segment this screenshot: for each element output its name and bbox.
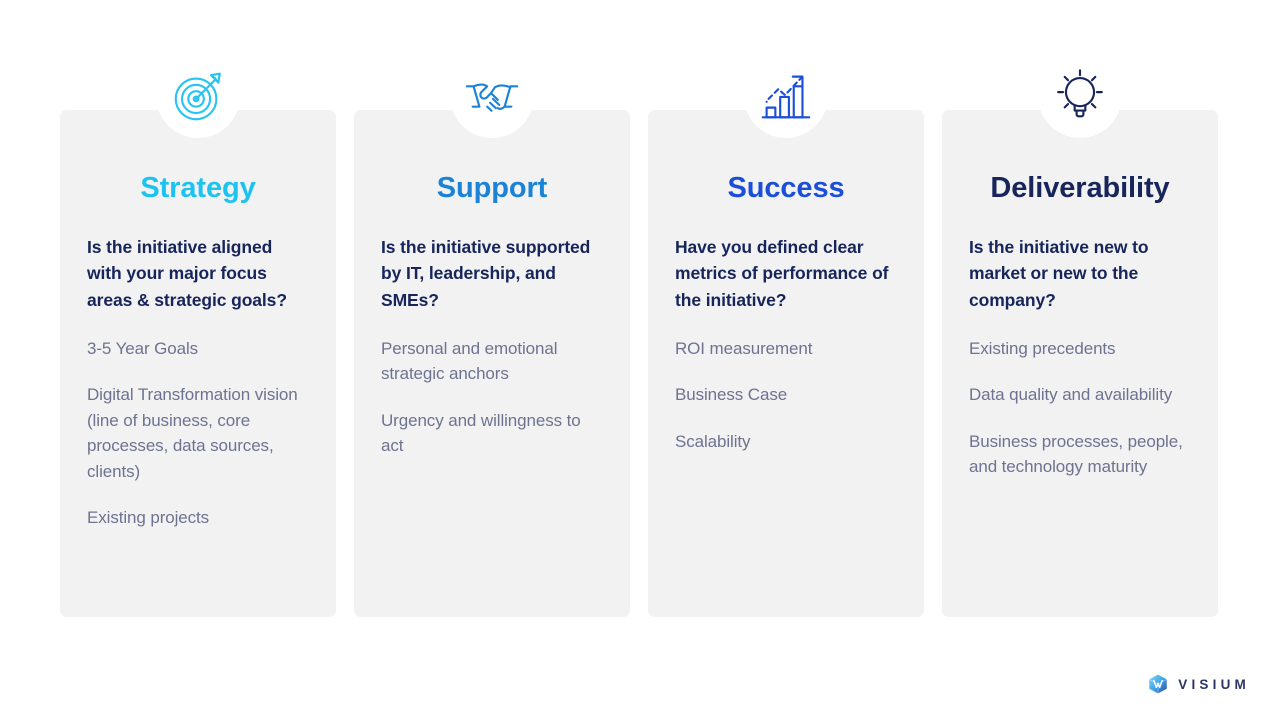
list-item: Personal and emotional strategic anchors	[381, 338, 558, 384]
handshake-icon	[450, 54, 534, 138]
pillar-question: Is the initiative new to market or new t…	[969, 236, 1149, 311]
pillar-question: Is the initiative aligned with your majo…	[87, 236, 287, 311]
pillars-card-row: Strategy Is the initiative aligned with …	[60, 54, 1218, 617]
list-item: Existing precedents	[969, 338, 1116, 358]
pillar-points-list: 3-5 Year Goals Digital Transformation vi…	[87, 314, 309, 531]
list-item: Business processes, people, and technolo…	[969, 431, 1183, 477]
pillar-card-deliverability[interactable]: Deliverability Is the initiative new to …	[942, 54, 1218, 617]
pillar-points-list: Existing precedents Data quality and ava…	[969, 314, 1191, 480]
logo-wordmark: VISIUM	[1178, 676, 1250, 692]
pillar-card-support[interactable]: Support Is the initiative supported by I…	[354, 54, 630, 617]
growth-chart-icon	[744, 54, 828, 138]
lightbulb-icon	[1038, 54, 1122, 138]
pillar-question: Is the initiative supported by IT, leade…	[381, 236, 591, 311]
visium-logo-icon	[1147, 673, 1169, 695]
pillar-question: Have you defined clear metrics of perfor…	[675, 236, 889, 311]
list-item: Scalability	[675, 431, 751, 451]
list-item: Existing projects	[87, 508, 210, 528]
pillar-card-success[interactable]: Success Have you defined clear metrics o…	[648, 54, 924, 617]
list-item: Business Case	[675, 385, 788, 405]
list-item: ROI measurement	[675, 338, 813, 358]
list-item: Digital Transformation vision (line of b…	[87, 385, 298, 481]
list-item: Data quality and availability	[969, 385, 1173, 405]
list-item: 3-5 Year Goals	[87, 338, 199, 358]
brand-logo: VISIUM	[1147, 673, 1250, 695]
list-item: Urgency and willingness to act	[381, 410, 581, 456]
pillar-points-list: ROI measurement Business Case Scalabilit…	[675, 314, 897, 455]
pillar-card-strategy[interactable]: Strategy Is the initiative aligned with …	[60, 54, 336, 617]
target-icon	[156, 54, 240, 138]
pillar-points-list: Personal and emotional strategic anchors…	[381, 314, 603, 459]
slide-canvas: Strategy Is the initiative aligned with …	[0, 0, 1278, 719]
